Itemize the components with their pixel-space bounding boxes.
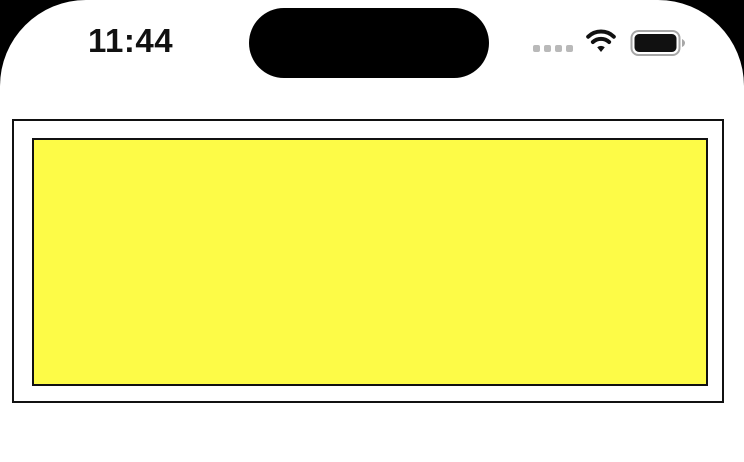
phone-device: 11:44 xyxy=(0,0,744,462)
phone-screen: 11:44 xyxy=(0,0,744,462)
status-time: 11:44 xyxy=(88,22,174,59)
yellow-color-panel xyxy=(32,138,708,386)
signal-dot-3 xyxy=(555,45,562,52)
wifi-icon xyxy=(586,29,616,52)
signal-dot-2 xyxy=(544,45,551,52)
signal-dot-4 xyxy=(566,45,573,52)
dynamic-island xyxy=(249,8,489,78)
status-bar: 11:44 xyxy=(0,0,744,86)
signal-dot-1 xyxy=(533,45,540,52)
battery-icon xyxy=(630,30,685,56)
cellular-signal-icon xyxy=(533,45,573,53)
content-frame xyxy=(12,119,724,403)
battery-fill xyxy=(634,34,677,52)
